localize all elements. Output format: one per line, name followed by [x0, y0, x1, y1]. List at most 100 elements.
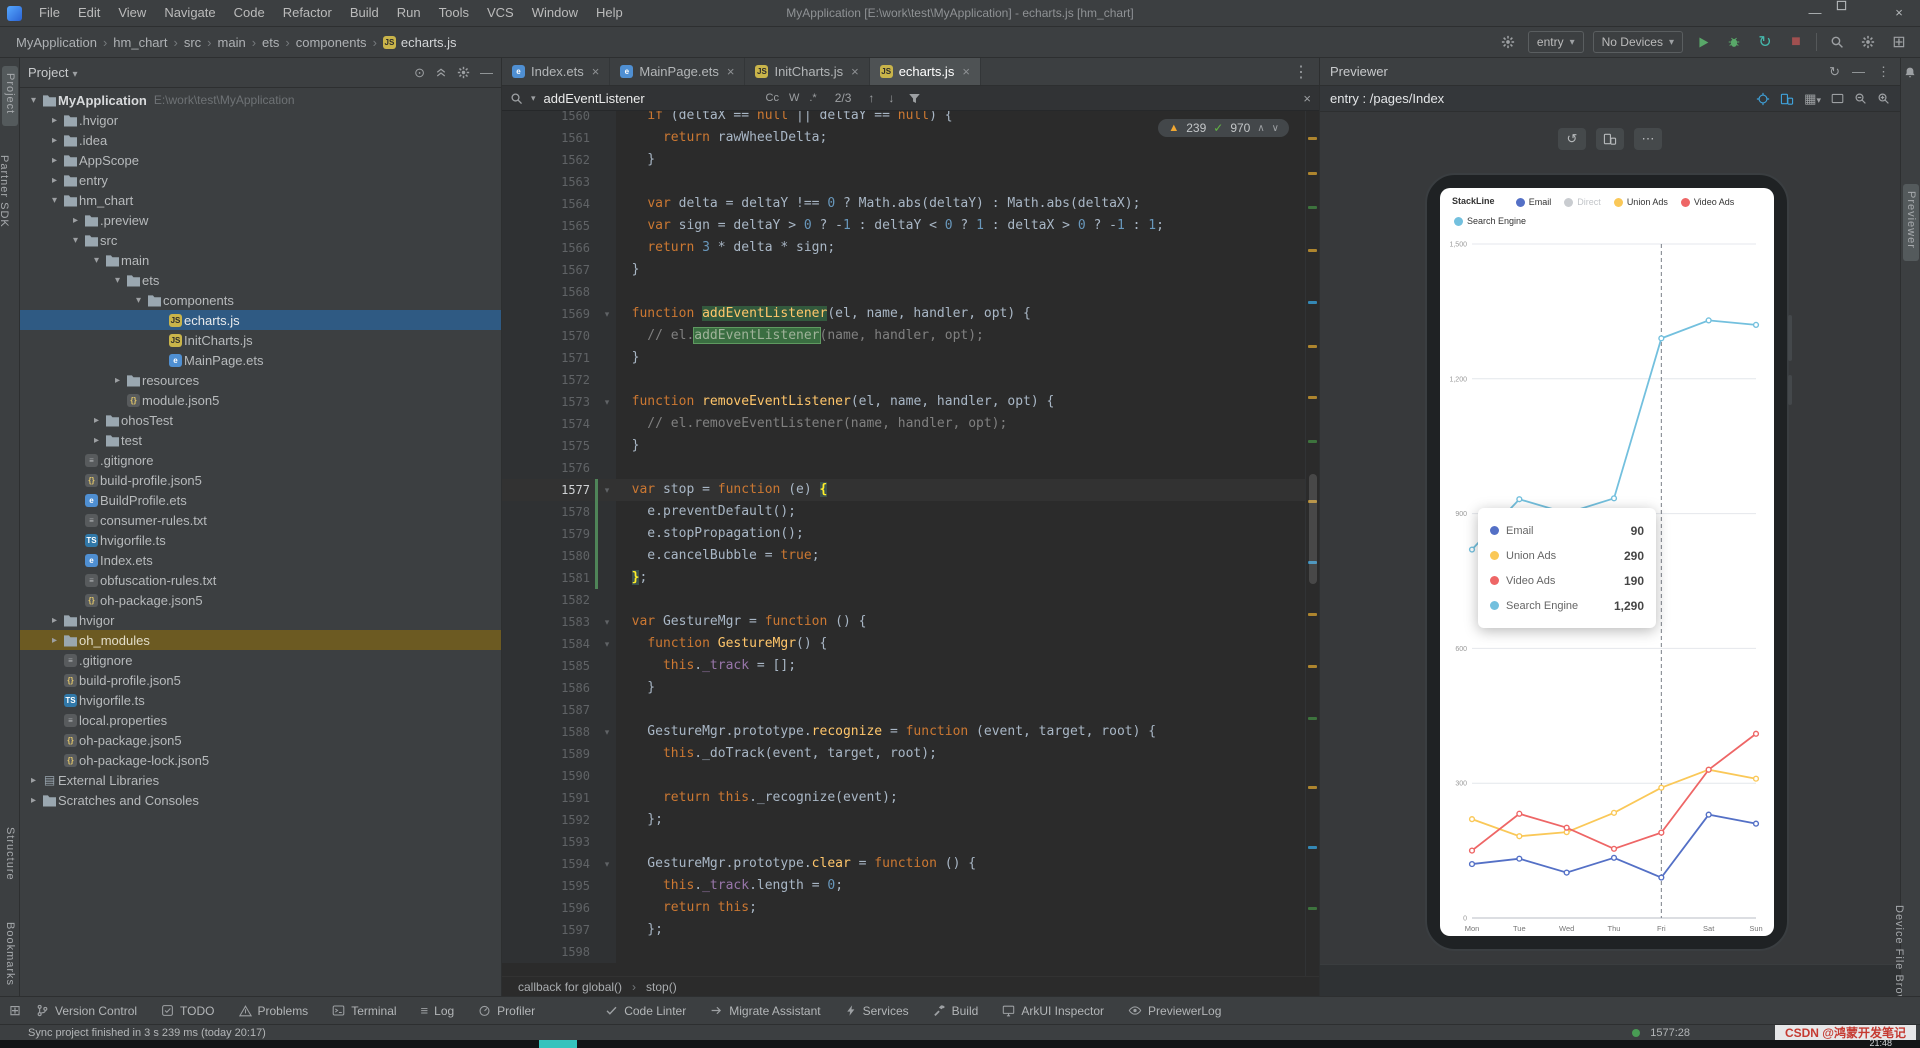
code-line[interactable]: 1573 ▾ function removeEventListener(el, n… [502, 391, 1319, 413]
stripe-project[interactable]: Project [2, 66, 18, 127]
tree-item-appscope[interactable]: ▸ AppScope [20, 150, 501, 170]
code-line[interactable]: 1592 }; [502, 809, 1319, 831]
code-line[interactable]: 1569 ▾ function addEventListener(el, name… [502, 303, 1319, 325]
zoom-in-icon[interactable] [1877, 92, 1890, 105]
orientation-icon[interactable] [1596, 128, 1624, 150]
code-line[interactable]: 1593 [502, 831, 1319, 853]
menu-window[interactable]: Window [523, 0, 587, 26]
breadcrumb-main[interactable]: main [216, 35, 248, 50]
search-history-chevron-icon[interactable]: ▾ [531, 93, 536, 104]
search-everywhere-icon[interactable] [1826, 31, 1848, 53]
maximize-button[interactable] [1836, 0, 1878, 26]
toolwindow-previewerlog[interactable]: PreviewerLog [1128, 1004, 1221, 1018]
inspections-widget[interactable]: ▲ 239 ✓ 970 ∧ ∨ [1158, 119, 1289, 137]
chevron-down-icon[interactable]: ▾ [68, 235, 83, 246]
stop-button[interactable]: ■ [1785, 31, 1807, 53]
toolwindow-migrate-assistant[interactable]: Migrate Assistant [710, 1004, 821, 1018]
code-line[interactable]: 1566 return 3 * delta * sign; [502, 237, 1319, 259]
tree-item-module-json5[interactable]: {} module.json5 [20, 390, 501, 410]
tree-item-gitignore[interactable]: ≡ .gitignore [20, 650, 501, 670]
tree-item-oh-package-json5[interactable]: {} oh-package.json5 [20, 590, 501, 610]
find-close-icon[interactable]: × [1303, 91, 1311, 106]
previewer-hide-icon[interactable]: — [1852, 64, 1865, 79]
editor-breadcrumb-stop[interactable]: stop() [646, 980, 677, 994]
toolwindow-code-linter[interactable]: Code Linter [605, 1004, 686, 1018]
tree-item-mainpage-ets[interactable]: e MainPage.ets [20, 350, 501, 370]
find-prev-icon[interactable]: ↑ [865, 91, 877, 105]
legend-video-ads[interactable]: Video Ads [1680, 197, 1734, 207]
tab-close-icon[interactable]: × [727, 64, 735, 79]
editor-scrollbar[interactable] [1309, 474, 1317, 585]
toolwindow-todo[interactable]: TODO [161, 1004, 215, 1018]
tree-item-buildprofile-ets[interactable]: e BuildProfile.ets [20, 490, 501, 510]
tree-item-local-properties[interactable]: ≡ local.properties [20, 710, 501, 730]
tree-item-idea[interactable]: ▸ .idea [20, 130, 501, 150]
code-line[interactable]: 1583 ▾ var GestureMgr = function () { [502, 611, 1319, 633]
fold-icon[interactable]: ▾ [598, 633, 616, 655]
code-line[interactable]: 1581 }; [502, 567, 1319, 589]
tab-mainpage-ets[interactable]: e MainPage.ets × [610, 58, 746, 85]
menu-run[interactable]: Run [388, 0, 430, 26]
grid-view-icon[interactable]: ▦▾ [1804, 91, 1821, 107]
debug-button[interactable] [1723, 31, 1745, 53]
legend-email[interactable]: Email [1515, 197, 1551, 207]
code-line[interactable]: 1578 e.preventDefault(); [502, 501, 1319, 523]
tree-item-hvigor[interactable]: ▸ hvigor [20, 610, 501, 630]
menu-code[interactable]: Code [225, 0, 274, 26]
code-line[interactable]: 1572 [502, 369, 1319, 391]
chevron-right-icon[interactable]: ▸ [26, 795, 41, 806]
legend-union-ads[interactable]: Union Ads [1613, 197, 1668, 207]
project-panel-title[interactable]: Project ▾ [28, 65, 78, 80]
code-line[interactable]: 1584 ▾ function GestureMgr() { [502, 633, 1319, 655]
run-button[interactable] [1692, 31, 1714, 53]
breadcrumb-ets[interactable]: ets [260, 35, 281, 50]
notifications-bell-icon[interactable] [1904, 66, 1916, 79]
multi-device-icon[interactable] [1780, 93, 1794, 105]
legend-search-engine[interactable]: Search Engine [1454, 216, 1526, 226]
chevron-right-icon[interactable]: ▸ [47, 635, 62, 646]
chevron-right-icon[interactable]: ▸ [47, 175, 62, 186]
code-line[interactable]: 1568 [502, 281, 1319, 303]
code-line[interactable]: 1588 ▾ GestureMgr.prototype.recognize = f… [502, 721, 1319, 743]
chevron-down-icon[interactable]: ▾ [26, 95, 41, 106]
tab-close-icon[interactable]: × [962, 64, 970, 79]
toolwindow-terminal[interactable]: Terminal [332, 1004, 397, 1018]
find-option-w[interactable]: W [785, 91, 803, 105]
tree-item-main[interactable]: ▾ main [20, 250, 501, 270]
code-line[interactable]: 1576 [502, 457, 1319, 479]
fold-icon[interactable]: ▾ [598, 853, 616, 875]
tree-item-oh-modules[interactable]: ▸ oh_modules [20, 630, 501, 650]
next-problem-icon[interactable]: ∨ [1272, 123, 1279, 134]
code-line[interactable]: 1579 e.stopPropagation(); [502, 523, 1319, 545]
tree-item-external-libraries[interactable]: ▸ ▤ External Libraries [20, 770, 501, 790]
menu-tools[interactable]: Tools [430, 0, 478, 26]
taskbar-app-icon[interactable] [539, 1040, 577, 1048]
tree-item-consumer-rules-txt[interactable]: ≡ consumer-rules.txt [20, 510, 501, 530]
menu-edit[interactable]: Edit [69, 0, 109, 26]
code-line[interactable]: 1571 } [502, 347, 1319, 369]
breadcrumb-src[interactable]: src [182, 35, 203, 50]
preview-screen[interactable]: 0 300 600 900 1,200 1,500 Mon Tue Wed Thu Fri Sat Su… [1440, 188, 1774, 936]
code-line[interactable]: 1567 } [502, 259, 1319, 281]
inspector-crosshair-icon[interactable] [1756, 92, 1770, 106]
fold-icon[interactable]: ▾ [598, 391, 616, 413]
run-config-select[interactable]: entry ▾ [1527, 31, 1584, 53]
tree-item-hvigorfile-ts[interactable]: TS hvigorfile.ts [20, 690, 501, 710]
tree-item-scratches-and-consoles[interactable]: ▸ Scratches and Consoles [20, 790, 501, 810]
code-line[interactable]: 1574 // el.removeEventListener(name, han… [502, 413, 1319, 435]
code-line[interactable]: 1577 ▾ var stop = function (e) { [502, 479, 1319, 501]
rotate-device-icon[interactable]: ↺ [1558, 128, 1586, 150]
code-line[interactable]: 1596 return this; [502, 897, 1319, 919]
settings-gear-icon[interactable] [1857, 31, 1879, 53]
code-line[interactable]: 1575 } [502, 435, 1319, 457]
chevron-right-icon[interactable]: ▸ [68, 215, 83, 226]
frame-icon[interactable] [1831, 93, 1844, 104]
code-line[interactable]: 1582 [502, 589, 1319, 611]
fold-icon[interactable]: ▾ [598, 721, 616, 743]
chevron-right-icon[interactable]: ▸ [47, 135, 62, 146]
code-line[interactable]: 1563 [502, 171, 1319, 193]
code-line[interactable]: 1585 this._track = []; [502, 655, 1319, 677]
tree-item-test[interactable]: ▸ test [20, 430, 501, 450]
zoom-out-icon[interactable] [1854, 92, 1867, 105]
code-line[interactable]: 1594 ▾ GestureMgr.prototype.clear = funct… [502, 853, 1319, 875]
